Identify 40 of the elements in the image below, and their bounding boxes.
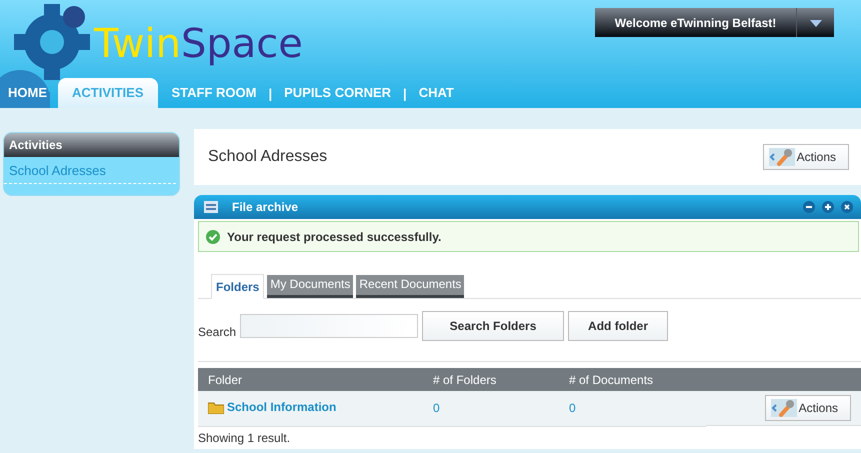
add-folder-button[interactable]: Add folder bbox=[568, 311, 668, 341]
tab[interactable]: My Documents bbox=[267, 275, 354, 298]
column-header: Folder bbox=[198, 368, 433, 391]
close-icon[interactable] bbox=[841, 201, 853, 213]
actions-button[interactable]: Actions bbox=[764, 395, 851, 421]
tab[interactable]: Recent Documents bbox=[356, 275, 464, 298]
panel-title: File archive bbox=[232, 200, 300, 214]
table-cell: 0 bbox=[433, 401, 440, 416]
page-title: School Adresses bbox=[208, 148, 328, 166]
nav-tab[interactable]: CHAT bbox=[410, 78, 462, 108]
folder-icon bbox=[208, 400, 224, 414]
dropdown-icon[interactable] bbox=[810, 18, 822, 26]
logo-text: Twin bbox=[94, 21, 181, 67]
check-icon bbox=[206, 230, 220, 244]
nav-tab[interactable]: HOME bbox=[0, 78, 55, 108]
welcome-text: Welcome eTwinning Belfast! bbox=[614, 14, 778, 32]
list-icon bbox=[204, 201, 218, 213]
wrench-icon bbox=[770, 399, 797, 417]
search-label: Search bbox=[198, 325, 236, 339]
sidebar-item[interactable]: School Adresses bbox=[4, 157, 176, 184]
wrench-icon bbox=[768, 148, 795, 166]
nav-separator: | bbox=[402, 86, 408, 100]
search-field[interactable] bbox=[240, 314, 418, 338]
maximize-icon[interactable] bbox=[822, 201, 834, 213]
nav-separator: | bbox=[268, 86, 274, 100]
table-cell: 0 bbox=[569, 401, 576, 416]
tab[interactable]: Folders bbox=[211, 274, 264, 299]
result-count: Showing 1 result. bbox=[197, 430, 292, 446]
nav-tab[interactable]: PUPILS CORNER bbox=[276, 78, 400, 108]
sidebar-title: Activities bbox=[4, 133, 179, 157]
column-header: # of Folders bbox=[433, 368, 569, 391]
nav-tab[interactable]: ACTIVITIES bbox=[58, 78, 158, 108]
message-text: Your request processed successfully. bbox=[227, 230, 442, 244]
column-header: # of Documents bbox=[569, 368, 706, 391]
welcome-menu[interactable]: Welcome eTwinning Belfast! bbox=[595, 8, 834, 37]
search-folders-button[interactable]: Search Folders bbox=[422, 311, 564, 341]
actions-button[interactable]: Actions bbox=[762, 144, 849, 170]
nav-tab[interactable]: STAFF ROOM bbox=[164, 78, 264, 108]
logo-text: Space bbox=[181, 21, 303, 67]
minimize-icon[interactable] bbox=[803, 201, 815, 213]
